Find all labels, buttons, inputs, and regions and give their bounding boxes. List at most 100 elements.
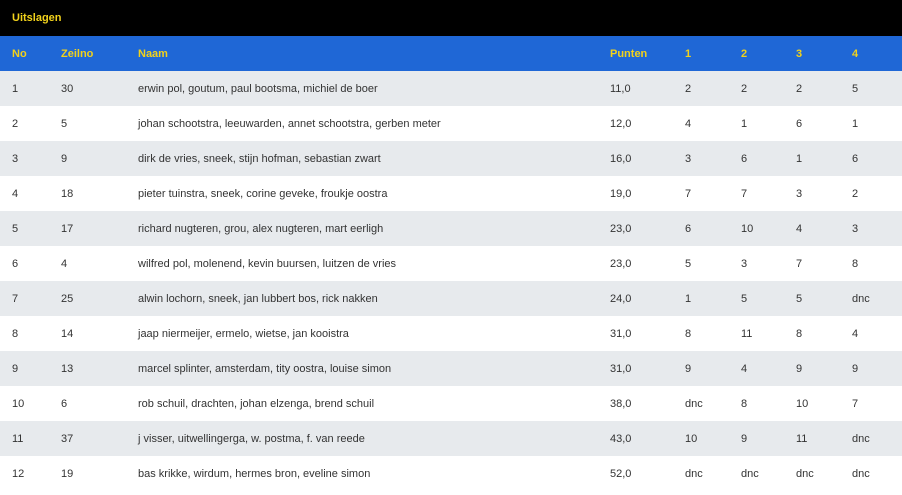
cell-race-3: 9 <box>784 351 840 386</box>
cell-naam: alwin lochorn, sneek, jan lubbert bos, r… <box>126 281 598 316</box>
cell-zeilno: 9 <box>49 141 126 176</box>
cell-no: 1 <box>0 71 49 106</box>
cell-punten: 23,0 <box>598 211 673 246</box>
cell-race-1: dnc <box>673 456 729 491</box>
table-row: 8 14 jaap niermeijer, ermelo, wietse, jan … <box>0 316 902 351</box>
column-header-punten: Punten <box>598 36 673 71</box>
cell-race-1: 10 <box>673 421 729 456</box>
table-row: 4 18 pieter tuinstra, sneek, corine geveke… <box>0 176 902 211</box>
column-header-race-2: 2 <box>729 36 784 71</box>
cell-naam: j visser, uitwellingerga, w. postma, f. … <box>126 421 598 456</box>
page-title: Uitslagen <box>12 12 62 24</box>
cell-no: 11 <box>0 421 49 456</box>
cell-race-1: 6 <box>673 211 729 246</box>
cell-zeilno: 17 <box>49 211 126 246</box>
cell-race-1: dnc <box>673 386 729 421</box>
cell-punten: 24,0 <box>598 281 673 316</box>
cell-no: 8 <box>0 316 49 351</box>
table-row: 1 30 erwin pol, goutum, paul bootsma, mich… <box>0 71 902 106</box>
cell-punten: 52,0 <box>598 456 673 491</box>
cell-race-4: dnc <box>840 421 902 456</box>
cell-zeilno: 19 <box>49 456 126 491</box>
cell-naam: bas krikke, wirdum, hermes bron, eveline… <box>126 456 598 491</box>
cell-no: 10 <box>0 386 49 421</box>
cell-no: 4 <box>0 176 49 211</box>
cell-no: 9 <box>0 351 49 386</box>
cell-race-4: 9 <box>840 351 902 386</box>
cell-punten: 11,0 <box>598 71 673 106</box>
cell-zeilno: 25 <box>49 281 126 316</box>
cell-race-1: 7 <box>673 176 729 211</box>
cell-naam: dirk de vries, sneek, stijn hofman, seba… <box>126 141 598 176</box>
cell-race-2: 4 <box>729 351 784 386</box>
cell-race-2: 2 <box>729 71 784 106</box>
cell-race-3: 2 <box>784 71 840 106</box>
table-row: 9 13 marcel splinter, amsterdam, tity oost… <box>0 351 902 386</box>
cell-no: 2 <box>0 106 49 141</box>
cell-punten: 38,0 <box>598 386 673 421</box>
cell-race-3: 7 <box>784 246 840 281</box>
cell-zeilno: 13 <box>49 351 126 386</box>
cell-zeilno: 4 <box>49 246 126 281</box>
cell-no: 3 <box>0 141 49 176</box>
results-table-body: 1 30 erwin pol, goutum, paul bootsma, mich… <box>0 71 902 491</box>
table-row: 10 6 rob schuil, drachten, johan elzenga, … <box>0 386 902 421</box>
cell-race-3: 1 <box>784 141 840 176</box>
column-header-no: No <box>0 36 49 71</box>
table-row: 6 4 wilfred pol, molenend, kevin buursen, … <box>0 246 902 281</box>
cell-naam: wilfred pol, molenend, kevin buursen, lu… <box>126 246 598 281</box>
cell-race-4: 5 <box>840 71 902 106</box>
cell-race-4: 3 <box>840 211 902 246</box>
cell-punten: 23,0 <box>598 246 673 281</box>
table-row: 2 5 johan schootstra, leeuwarden, annet sc… <box>0 106 902 141</box>
cell-race-3: 10 <box>784 386 840 421</box>
cell-race-3: 8 <box>784 316 840 351</box>
table-header-row: No Zeilno Naam Punten 1 2 3 4 <box>0 36 902 71</box>
cell-naam: jaap niermeijer, ermelo, wietse, jan koo… <box>126 316 598 351</box>
cell-race-1: 9 <box>673 351 729 386</box>
cell-race-1: 5 <box>673 246 729 281</box>
cell-race-4: 1 <box>840 106 902 141</box>
cell-race-4: 6 <box>840 141 902 176</box>
cell-no: 12 <box>0 456 49 491</box>
cell-race-1: 8 <box>673 316 729 351</box>
cell-punten: 12,0 <box>598 106 673 141</box>
cell-race-2: 9 <box>729 421 784 456</box>
cell-zeilno: 14 <box>49 316 126 351</box>
cell-naam: richard nugteren, grou, alex nugteren, m… <box>126 211 598 246</box>
cell-punten: 43,0 <box>598 421 673 456</box>
cell-race-4: 2 <box>840 176 902 211</box>
cell-race-2: dnc <box>729 456 784 491</box>
table-row: 3 9 dirk de vries, sneek, stijn hofman, se… <box>0 141 902 176</box>
cell-no: 6 <box>0 246 49 281</box>
cell-zeilno: 18 <box>49 176 126 211</box>
cell-race-2: 6 <box>729 141 784 176</box>
results-table: No Zeilno Naam Punten 1 2 3 4 1 30 erwin p… <box>0 36 902 491</box>
cell-punten: 31,0 <box>598 351 673 386</box>
column-header-race-1: 1 <box>673 36 729 71</box>
column-header-race-4: 4 <box>840 36 902 71</box>
cell-race-3: 4 <box>784 211 840 246</box>
page-title-bar: Uitslagen <box>0 0 902 36</box>
column-header-race-3: 3 <box>784 36 840 71</box>
table-row: 11 37 j visser, uitwellingerga, w. postma,… <box>0 421 902 456</box>
cell-race-2: 3 <box>729 246 784 281</box>
cell-punten: 16,0 <box>598 141 673 176</box>
cell-naam: marcel splinter, amsterdam, tity oostra,… <box>126 351 598 386</box>
cell-naam: erwin pol, goutum, paul bootsma, michiel… <box>126 71 598 106</box>
cell-naam: johan schootstra, leeuwarden, annet scho… <box>126 106 598 141</box>
cell-race-4: dnc <box>840 456 902 491</box>
cell-race-3: 5 <box>784 281 840 316</box>
table-row: 5 17 richard nugteren, grou, alex nugteren… <box>0 211 902 246</box>
cell-naam: pieter tuinstra, sneek, corine geveke, f… <box>126 176 598 211</box>
column-header-naam: Naam <box>126 36 598 71</box>
cell-race-1: 3 <box>673 141 729 176</box>
cell-race-3: 3 <box>784 176 840 211</box>
cell-race-1: 1 <box>673 281 729 316</box>
cell-naam: rob schuil, drachten, johan elzenga, bre… <box>126 386 598 421</box>
column-header-zeilno: Zeilno <box>49 36 126 71</box>
cell-race-3: dnc <box>784 456 840 491</box>
cell-race-4: 4 <box>840 316 902 351</box>
cell-race-2: 7 <box>729 176 784 211</box>
cell-race-1: 4 <box>673 106 729 141</box>
